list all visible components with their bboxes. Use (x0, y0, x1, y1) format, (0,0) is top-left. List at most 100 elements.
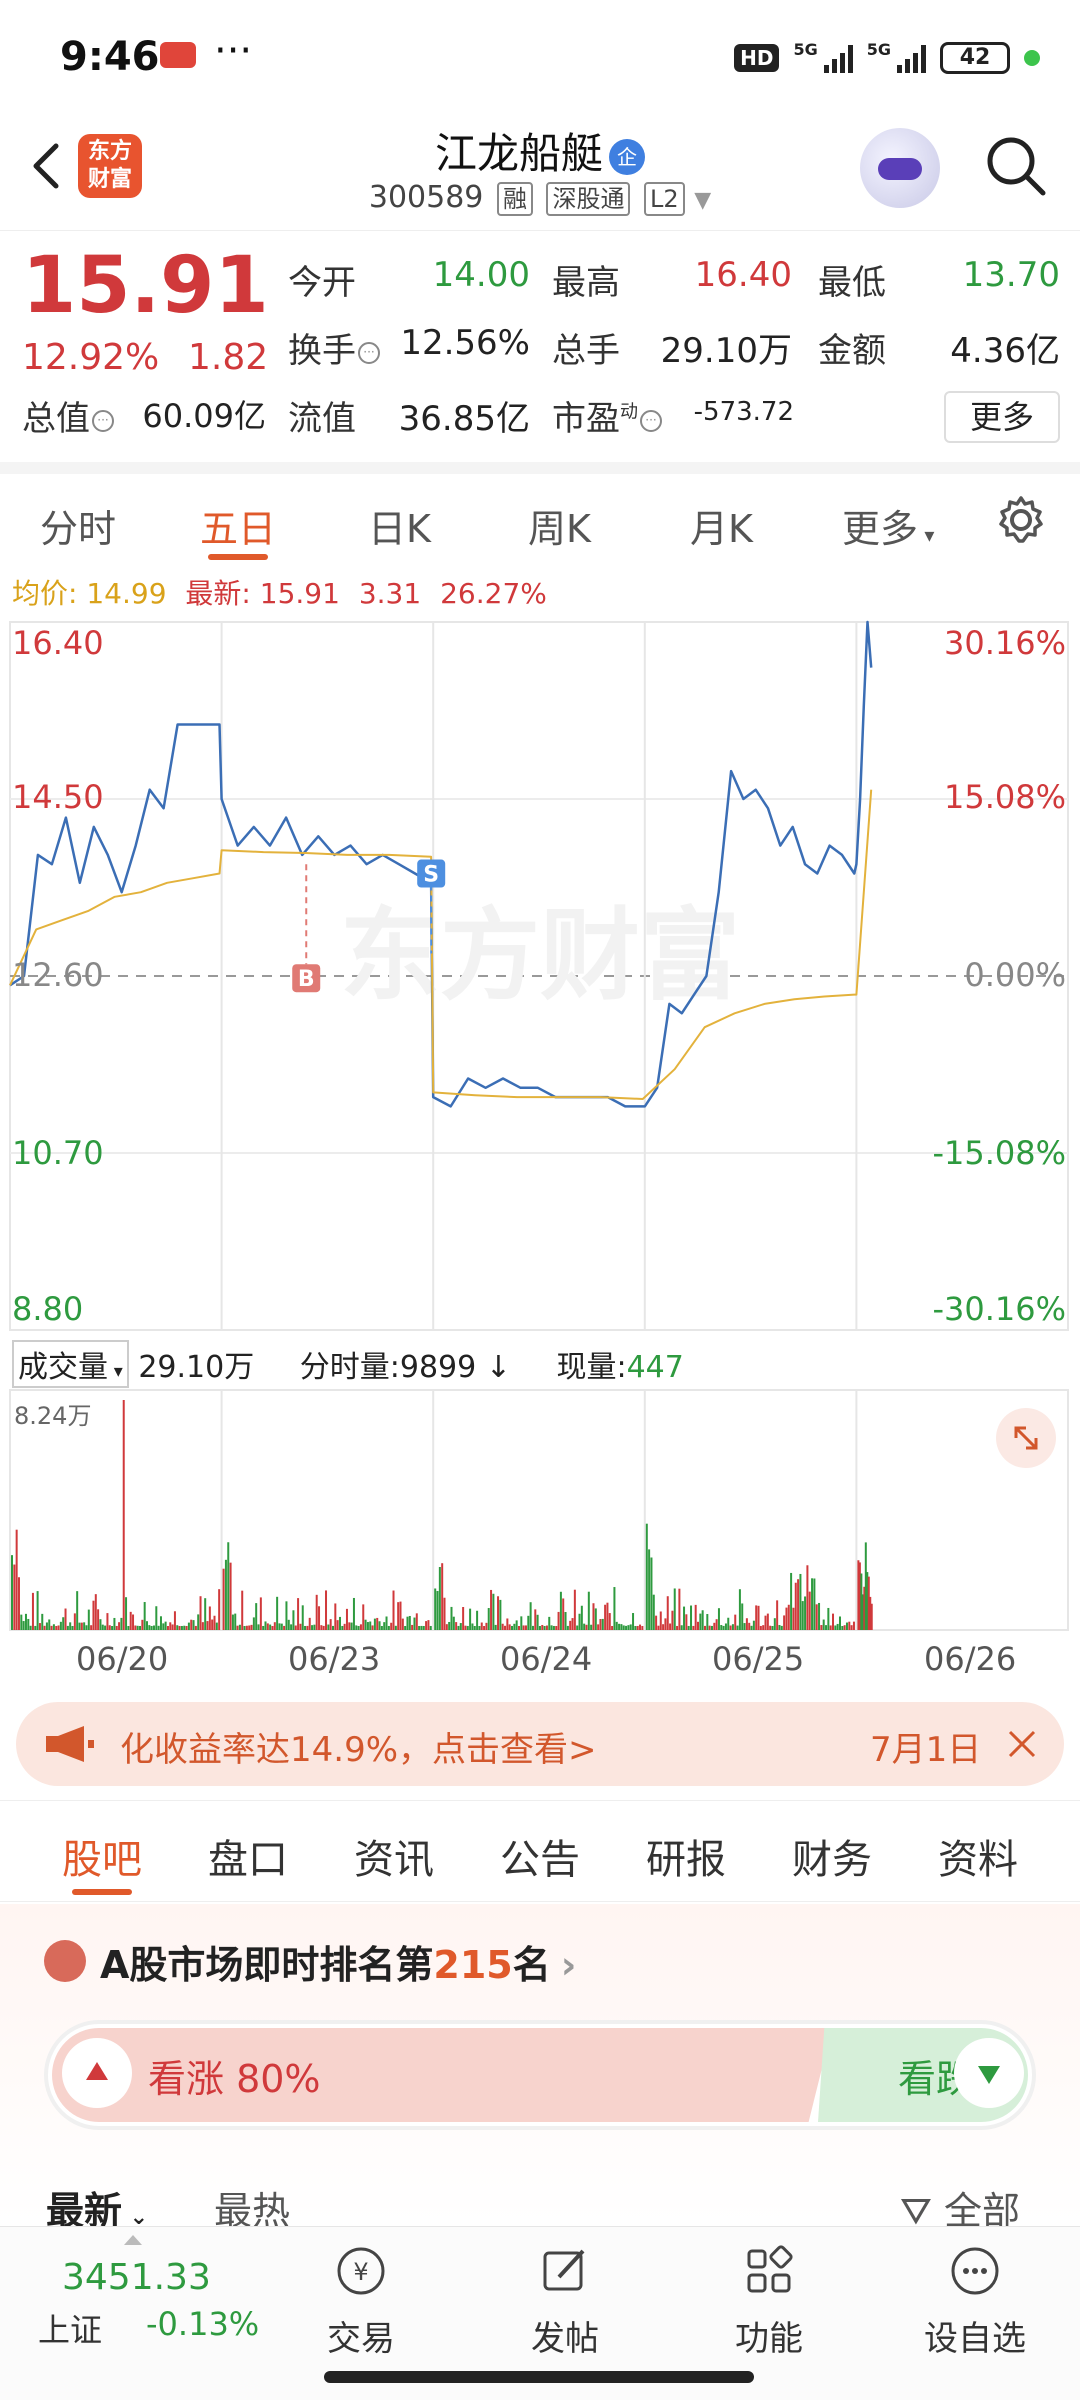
five-day-chart[interactable]: 东方财富 B S (0, 610, 1080, 1710)
volume-bar (766, 1613, 769, 1630)
volume-bar (408, 1615, 411, 1630)
volume-bar (571, 1618, 574, 1630)
volume-bar (148, 1625, 151, 1630)
ai-assistant-icon[interactable] (860, 128, 940, 208)
volume-bar (118, 1622, 121, 1630)
tab-finance[interactable]: 财务 (792, 1827, 872, 1885)
volume-bar (534, 1609, 537, 1630)
volume-bar (150, 1625, 153, 1630)
tab-research[interactable]: 研报 (646, 1827, 726, 1885)
volume-bar (390, 1622, 393, 1630)
volume-bar (394, 1625, 397, 1630)
quote-panel: 15.91 12.92% 1.82 今开 14.00 最高 16.40 最低 1… (0, 230, 1080, 460)
volume-bar (627, 1625, 630, 1630)
volume-bar (748, 1622, 751, 1630)
volume-bar (155, 1606, 158, 1630)
turnover-label[interactable]: 换手 ··· (288, 323, 380, 372)
chevron-down-icon: ▾ (108, 1361, 123, 1382)
charging-dot-icon (1024, 50, 1040, 66)
volume-bar (24, 1613, 27, 1630)
volume-bar (750, 1625, 753, 1630)
more-button[interactable]: 更多 (944, 391, 1060, 443)
tab-weekly-k[interactable]: 周K (528, 498, 591, 553)
volume-bar (36, 1591, 39, 1630)
tab-profile[interactable]: 资料 (938, 1827, 1018, 1885)
rank-text[interactable]: A股市场即时排名第215名 › (100, 1934, 576, 1989)
tab-news[interactable]: 资讯 (354, 1827, 434, 1885)
volume-bar (676, 1625, 679, 1630)
vote-up-button[interactable] (62, 2038, 132, 2108)
svg-text:¥: ¥ (353, 2258, 368, 2286)
functions-button[interactable]: 功能 (704, 2241, 834, 2360)
volume-bar (727, 1617, 730, 1630)
volume-bar (208, 1606, 211, 1630)
tab-intraday[interactable]: 分时 (40, 498, 116, 553)
edit-icon (543, 2249, 585, 2291)
x-tick: 06/25 (712, 1640, 805, 1678)
chart-icon (44, 1940, 86, 1982)
volume-bar (341, 1625, 344, 1630)
volume-bar (134, 1625, 137, 1630)
volume-bar (383, 1622, 386, 1630)
info-icon: ··· (358, 341, 380, 364)
volume-bar (106, 1613, 109, 1630)
volume-bar (483, 1625, 486, 1630)
search-icon[interactable] (980, 130, 1052, 202)
volume-bar (243, 1625, 246, 1630)
x-tick: 06/20 (76, 1640, 169, 1678)
volume-bar (362, 1604, 365, 1630)
volume-bar (276, 1596, 279, 1630)
volume-bar (55, 1625, 58, 1630)
home-indicator[interactable] (324, 2371, 754, 2383)
tab-monthly-k[interactable]: 月K (690, 498, 753, 553)
volume-bar (734, 1614, 737, 1630)
close-icon[interactable] (996, 1718, 1048, 1770)
volume-bar (315, 1594, 318, 1630)
tab-announcements[interactable]: 公告 (500, 1827, 580, 1885)
volume-bar (538, 1625, 541, 1630)
tab-orderbook[interactable]: 盘口 (208, 1827, 288, 1885)
volume-bar (743, 1623, 746, 1630)
y-right-tick: 15.08% (943, 778, 1066, 816)
volume-bar (701, 1610, 704, 1630)
index-value[interactable]: 3451.33 (62, 2257, 211, 2298)
rank-panel: A股市场即时排名第215名 › 看涨 80% 看跌 (0, 1904, 1080, 2224)
volume-bar (741, 1603, 744, 1630)
volume-bar (43, 1625, 46, 1630)
pe-label[interactable]: 市盈动 ··· (552, 391, 662, 440)
promo-banner[interactable]: 化收益率达14.9%，点击查看> 7月1日 (16, 1702, 1064, 1786)
volume-bar (576, 1625, 579, 1630)
volume-bar (764, 1615, 767, 1630)
chevron-down-icon: ▼ (694, 188, 712, 213)
volume-bar (229, 1562, 232, 1630)
volume-bar (639, 1624, 642, 1630)
y-left-tick: 8.80 (12, 1290, 84, 1328)
volume-bar (604, 1604, 607, 1630)
volume-bar (573, 1589, 576, 1630)
volume-bar (318, 1606, 321, 1630)
volume-bar (206, 1621, 209, 1630)
tab-forum[interactable]: 股吧 (62, 1827, 142, 1885)
volume-bar (870, 1603, 873, 1630)
volume-bar (218, 1589, 221, 1630)
volume-bar (27, 1618, 30, 1630)
gear-icon[interactable] (995, 494, 1047, 546)
tab-five-day[interactable]: 五日 (200, 498, 276, 553)
volume-bar (529, 1602, 532, 1630)
tab-more[interactable]: 更多 ▾ (842, 498, 934, 553)
volume-bar (52, 1624, 55, 1630)
total-cap-label[interactable]: 总值 ··· (22, 391, 114, 440)
volume-bar (625, 1625, 628, 1630)
index-change: -0.13% (146, 2305, 260, 2343)
expand-button[interactable] (996, 1408, 1056, 1468)
volume-bar (832, 1613, 835, 1630)
trade-button[interactable]: ¥ 交易 (296, 2241, 426, 2360)
chevron-down-icon: ▾ (918, 523, 935, 547)
vote-down-button[interactable] (954, 2038, 1024, 2108)
volume-bar (336, 1620, 339, 1630)
add-watchlist-button[interactable]: 设自选 (910, 2241, 1040, 2360)
tab-daily-k[interactable]: 日K (368, 498, 431, 553)
indicator-select[interactable]: 成交量 ▾ (12, 1340, 129, 1388)
post-button[interactable]: 发帖 (500, 2241, 630, 2360)
volume-max: 8.24万 (14, 1402, 92, 1430)
